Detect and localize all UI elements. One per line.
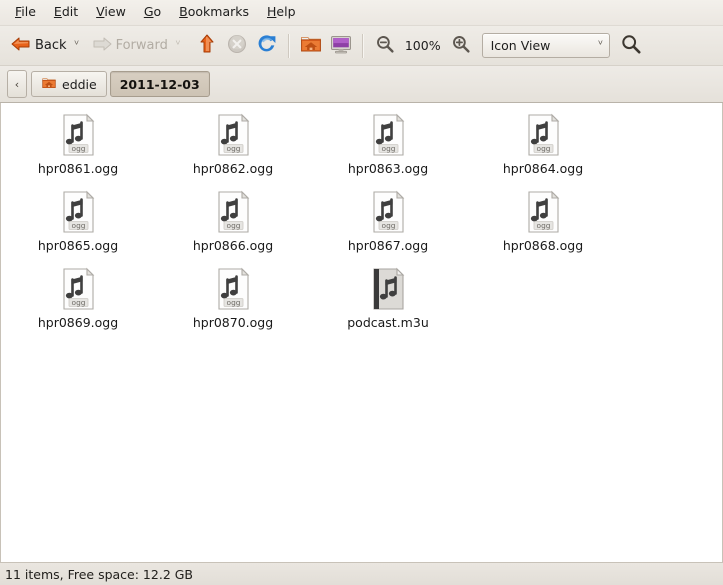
ogg-file-icon: ogg bbox=[218, 113, 250, 156]
ogg-file-icon: ogg bbox=[373, 190, 405, 233]
menu-go-label: o bbox=[153, 4, 162, 19]
menu-bookmarks[interactable]: Bookmarks bbox=[170, 2, 258, 23]
forward-button: Forward ⱽ bbox=[87, 31, 188, 61]
file-manager-window: File Edit View Go Bookmarks Help Back ⱽ bbox=[0, 0, 723, 585]
file-item[interactable]: ogg hpr0863.ogg bbox=[318, 111, 458, 188]
reload-icon bbox=[256, 33, 278, 58]
file-item[interactable]: ogg hpr0870.ogg bbox=[163, 265, 303, 342]
file-item[interactable]: ogg hpr0865.ogg bbox=[8, 188, 148, 265]
arrow-up-icon bbox=[196, 33, 218, 58]
zoom-out-icon bbox=[375, 34, 395, 57]
zoom-out-button[interactable] bbox=[370, 31, 400, 61]
back-label: Back bbox=[35, 38, 67, 53]
file-item[interactable]: ogg hpr0864.ogg bbox=[473, 111, 613, 188]
file-item-label: hpr0870.ogg bbox=[192, 315, 274, 330]
file-item-label: hpr0866.ogg bbox=[192, 238, 274, 253]
ogg-file-icon: ogg bbox=[528, 190, 560, 233]
forward-label: Forward bbox=[115, 38, 168, 53]
file-item-label: hpr0867.ogg bbox=[347, 238, 429, 253]
up-button[interactable] bbox=[192, 31, 222, 61]
back-button[interactable]: Back ⱽ bbox=[6, 31, 87, 61]
file-item-label: hpr0868.ogg bbox=[502, 238, 584, 253]
icon-grid: ogg hpr0861.ogg ogg hpr0862.ogg ogg hpr0863.o… bbox=[1, 103, 722, 342]
reload-button[interactable] bbox=[252, 31, 282, 61]
menu-view[interactable]: View bbox=[87, 2, 135, 23]
breadcrumb: ‹ eddie 2011-12-03 bbox=[0, 66, 723, 103]
search-icon bbox=[620, 33, 642, 58]
svg-text:ogg: ogg bbox=[72, 221, 86, 230]
svg-text:ogg: ogg bbox=[72, 144, 86, 153]
menu-edit[interactable]: Edit bbox=[45, 2, 87, 23]
forward-dropdown-caret: ⱽ bbox=[175, 40, 180, 51]
stop-icon bbox=[226, 33, 248, 58]
zoom-level-label: 100% bbox=[404, 38, 441, 53]
toolbar: Back ⱽ Forward ⱽ 100% Icon View ⱽ bbox=[0, 26, 723, 66]
breadcrumb-item-current-label: 2011-12-03 bbox=[119, 76, 200, 92]
home-folder-icon bbox=[299, 32, 323, 59]
chevron-down-icon: ⱽ bbox=[598, 40, 603, 51]
file-item-label: podcast.m3u bbox=[347, 315, 429, 330]
breadcrumb-item-eddie-label: eddie bbox=[62, 76, 97, 92]
file-item-label: hpr0864.ogg bbox=[502, 161, 584, 176]
ogg-file-icon: ogg bbox=[63, 190, 95, 233]
status-bar: 11 items, Free space: 12.2 GB bbox=[0, 562, 723, 585]
ogg-file-icon: ogg bbox=[373, 113, 405, 156]
back-dropdown-caret[interactable]: ⱽ bbox=[71, 40, 83, 51]
toolbar-separator-1 bbox=[287, 33, 290, 58]
svg-text:ogg: ogg bbox=[537, 144, 551, 153]
breadcrumb-scroll-left-button[interactable]: ‹ bbox=[7, 70, 27, 98]
svg-text:ogg: ogg bbox=[382, 144, 396, 153]
file-item-label: hpr0865.ogg bbox=[37, 238, 119, 253]
menu-file[interactable]: File bbox=[6, 2, 45, 23]
file-item[interactable]: ogg hpr0862.ogg bbox=[163, 111, 303, 188]
view-mode-select[interactable]: Icon View ⱽ bbox=[481, 33, 610, 58]
home-button[interactable] bbox=[296, 31, 326, 61]
menu-bookmarks-label: ookmarks bbox=[187, 4, 249, 19]
menu-help[interactable]: Help bbox=[258, 2, 305, 23]
menubar: File Edit View Go Bookmarks Help bbox=[0, 0, 723, 26]
svg-text:ogg: ogg bbox=[227, 298, 241, 307]
computer-button[interactable] bbox=[326, 31, 356, 61]
file-item[interactable]: ogg hpr0867.ogg bbox=[318, 188, 458, 265]
file-item[interactable]: ogg hpr0861.ogg bbox=[8, 111, 148, 188]
computer-icon bbox=[329, 32, 353, 59]
arrow-left-icon bbox=[10, 33, 32, 58]
ogg-file-icon: ogg bbox=[528, 113, 560, 156]
status-text: 11 items, Free space: 12.2 GB bbox=[5, 566, 194, 582]
view-mode-value: Icon View bbox=[490, 38, 551, 53]
stop-button bbox=[222, 31, 252, 61]
m3u-file-icon bbox=[373, 267, 405, 310]
menu-go[interactable]: Go bbox=[135, 2, 170, 23]
svg-text:ogg: ogg bbox=[72, 298, 86, 307]
file-list-view[interactable]: ogg hpr0861.ogg ogg hpr0862.ogg ogg hpr0863.o… bbox=[0, 103, 723, 562]
zoom-in-icon bbox=[451, 34, 471, 57]
toolbar-separator-2 bbox=[361, 33, 364, 58]
arrow-right-icon bbox=[91, 33, 113, 58]
file-item-label: hpr0861.ogg bbox=[37, 161, 119, 176]
file-item[interactable]: podcast.m3u bbox=[318, 265, 458, 342]
svg-text:ogg: ogg bbox=[537, 221, 551, 230]
menu-file-label: ile bbox=[21, 4, 36, 19]
search-button[interactable] bbox=[616, 31, 646, 61]
file-item-label: hpr0862.ogg bbox=[192, 161, 274, 176]
breadcrumb-item-current[interactable]: 2011-12-03 bbox=[109, 71, 210, 97]
svg-text:ogg: ogg bbox=[227, 221, 241, 230]
home-folder-icon bbox=[41, 75, 57, 94]
zoom-in-button[interactable] bbox=[446, 31, 476, 61]
ogg-file-icon: ogg bbox=[63, 113, 95, 156]
breadcrumb-item-eddie[interactable]: eddie bbox=[31, 71, 107, 97]
menu-edit-label: dit bbox=[61, 4, 79, 19]
ogg-file-icon: ogg bbox=[63, 267, 95, 310]
ogg-file-icon: ogg bbox=[218, 267, 250, 310]
menu-view-label: iew bbox=[104, 4, 126, 19]
file-item[interactable]: ogg hpr0868.ogg bbox=[473, 188, 613, 265]
file-item-label: hpr0869.ogg bbox=[37, 315, 119, 330]
menu-help-label: elp bbox=[276, 4, 296, 19]
file-item-label: hpr0863.ogg bbox=[347, 161, 429, 176]
file-item[interactable]: ogg hpr0869.ogg bbox=[8, 265, 148, 342]
ogg-file-icon: ogg bbox=[218, 190, 250, 233]
file-item[interactable]: ogg hpr0866.ogg bbox=[163, 188, 303, 265]
svg-text:ogg: ogg bbox=[382, 221, 396, 230]
svg-text:ogg: ogg bbox=[227, 144, 241, 153]
